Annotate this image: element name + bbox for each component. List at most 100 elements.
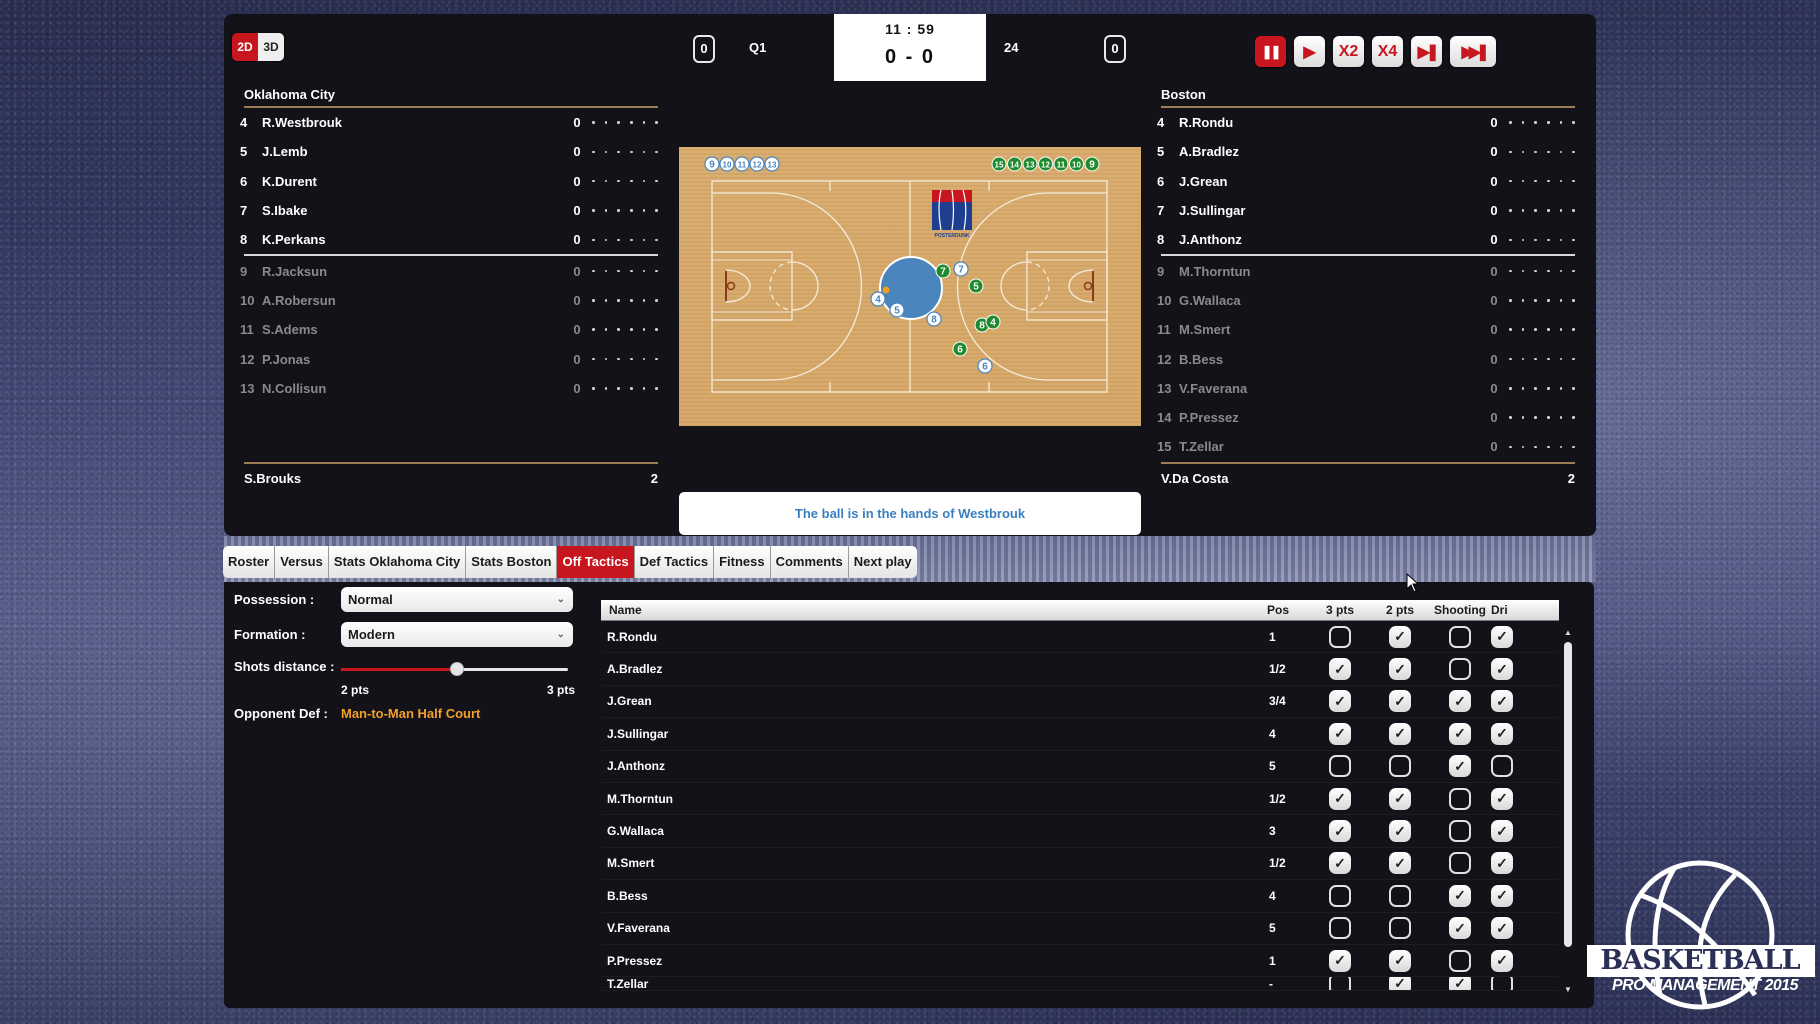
away-player-row[interactable]: 14 P.Pressez 0 [1157, 403, 1575, 432]
2pts-checkbox[interactable] [1389, 755, 1411, 778]
pause-button[interactable]: ❚❚ [1255, 36, 1286, 67]
3pts-checkbox[interactable] [1329, 977, 1351, 991]
table-row[interactable]: J.Sullingar 4 ✓ ✓ ✓ ✓ [601, 718, 1559, 751]
2pts-checkbox[interactable]: ✓ [1389, 787, 1411, 810]
dri-checkbox[interactable]: ✓ [1491, 884, 1513, 907]
shooting-checkbox[interactable] [1449, 852, 1471, 875]
away-player-row[interactable]: 11 M.Smert 0 [1157, 315, 1575, 344]
home-player-row[interactable]: 5 J.Lemb 0 [240, 137, 658, 166]
3pts-checkbox[interactable]: ✓ [1329, 852, 1351, 875]
col-dri[interactable]: Dri [1489, 603, 1525, 617]
3pts-checkbox[interactable] [1329, 625, 1351, 648]
shooting-checkbox[interactable]: ✓ [1449, 755, 1471, 778]
away-player-token[interactable]: 15 [991, 156, 1007, 172]
home-player-row[interactable]: 11 S.Adems 0 [240, 315, 658, 344]
3pts-checkbox[interactable] [1329, 884, 1351, 907]
home-player-token[interactable]: 5 [889, 302, 905, 318]
dri-checkbox[interactable] [1491, 977, 1513, 991]
scrollbar-thumb[interactable] [1564, 642, 1572, 947]
table-row[interactable]: A.Bradlez 1/2 ✓ ✓ ✓ [601, 653, 1559, 686]
dri-checkbox[interactable]: ✓ [1491, 949, 1513, 972]
tab-comments[interactable]: Comments [770, 546, 849, 578]
away-player-token[interactable]: 14 [1007, 156, 1022, 172]
dri-checkbox[interactable]: ✓ [1491, 917, 1513, 940]
play-button[interactable]: ▶ [1294, 36, 1325, 67]
table-row[interactable]: J.Grean 3/4 ✓ ✓ ✓ ✓ [601, 686, 1559, 719]
shooting-checkbox[interactable]: ✓ [1449, 977, 1471, 991]
home-player-token[interactable]: 13 [764, 156, 780, 172]
home-player-row[interactable]: 6 K.Durent 0 [240, 167, 658, 196]
away-player-row[interactable]: 5 A.Bradlez 0 [1157, 137, 1575, 166]
tab-def-tactics[interactable]: Def Tactics [634, 546, 715, 578]
2pts-checkbox[interactable]: ✓ [1389, 852, 1411, 875]
away-player-token[interactable]: 7 [935, 263, 951, 279]
away-player-token[interactable]: 12 [1038, 156, 1053, 172]
dri-checkbox[interactable]: ✓ [1491, 820, 1513, 843]
shooting-checkbox[interactable]: ✓ [1449, 722, 1471, 745]
2pts-checkbox[interactable]: ✓ [1389, 977, 1411, 991]
shooting-checkbox[interactable] [1449, 787, 1471, 810]
dri-checkbox[interactable] [1491, 755, 1513, 778]
tab-off-tactics[interactable]: Off Tactics [557, 546, 635, 578]
3pts-checkbox[interactable]: ✓ [1329, 949, 1351, 972]
table-scrollbar[interactable]: ▲ ▼ [1563, 628, 1573, 994]
2pts-checkbox[interactable]: ✓ [1389, 658, 1411, 681]
tab-next-play[interactable]: Next play [848, 546, 917, 578]
shooting-checkbox[interactable]: ✓ [1449, 884, 1471, 907]
away-player-row[interactable]: 10 G.Wallaca 0 [1157, 286, 1575, 315]
2pts-checkbox[interactable]: ✓ [1389, 722, 1411, 745]
speed-x4-button[interactable]: X4 [1372, 36, 1403, 67]
shooting-checkbox[interactable]: ✓ [1449, 690, 1471, 713]
away-player-token[interactable]: 5 [968, 278, 984, 294]
scroll-up-icon[interactable]: ▲ [1564, 628, 1572, 637]
table-row[interactable]: R.Rondu 1 ✓ ✓ [601, 621, 1559, 654]
away-player-row[interactable]: 12 B.Bess 0 [1157, 344, 1575, 373]
dri-checkbox[interactable]: ✓ [1491, 658, 1513, 681]
shooting-checkbox[interactable] [1449, 625, 1471, 648]
home-player-row[interactable]: 13 N.Collisun 0 [240, 374, 658, 403]
home-player-row[interactable]: 7 S.Ibake 0 [240, 196, 658, 225]
table-row[interactable]: J.Anthonz 5 ✓ [601, 751, 1559, 783]
home-player-token[interactable]: 12 [749, 156, 765, 172]
col-pos[interactable]: Pos [1267, 603, 1311, 617]
next-action-button[interactable]: ▶❚ [1411, 36, 1442, 67]
2pts-checkbox[interactable]: ✓ [1389, 690, 1411, 713]
view-2d-button[interactable]: 2D [232, 33, 258, 61]
tab-roster[interactable]: Roster [223, 546, 276, 578]
dri-checkbox[interactable]: ✓ [1491, 852, 1513, 875]
slider-thumb[interactable] [449, 662, 464, 676]
scroll-down-icon[interactable]: ▼ [1564, 985, 1572, 994]
home-player-row[interactable]: 10 A.Robersun 0 [240, 286, 658, 315]
tab-stats-boston[interactable]: Stats Boston [466, 546, 558, 578]
2pts-checkbox[interactable]: ✓ [1389, 949, 1411, 972]
2pts-checkbox[interactable]: ✓ [1389, 820, 1411, 843]
shooting-checkbox[interactable] [1449, 949, 1471, 972]
col-shooting[interactable]: Shooting [1431, 603, 1489, 617]
table-row[interactable]: P.Pressez 1 ✓ ✓ ✓ [601, 945, 1559, 978]
dri-checkbox[interactable]: ✓ [1491, 690, 1513, 713]
speed-x2-button[interactable]: X2 [1333, 36, 1364, 67]
home-player-token[interactable]: 11 [734, 156, 750, 172]
away-player-row[interactable]: 6 J.Grean 0 [1157, 167, 1575, 196]
3pts-checkbox[interactable]: ✓ [1329, 787, 1351, 810]
tab-fitness[interactable]: Fitness [714, 546, 771, 578]
home-player-row[interactable]: 12 P.Jonas 0 [240, 344, 658, 373]
home-player-row[interactable]: 9 R.Jacksun 0 [240, 256, 658, 285]
table-row[interactable]: M.Thorntun 1/2 ✓ ✓ ✓ [601, 783, 1559, 816]
dri-checkbox[interactable]: ✓ [1491, 787, 1513, 810]
away-player-token[interactable]: 11 [1053, 156, 1069, 172]
shooting-checkbox[interactable]: ✓ [1449, 917, 1471, 940]
3pts-checkbox[interactable] [1329, 755, 1351, 778]
shots-distance-slider[interactable] [341, 662, 568, 677]
col-3pts[interactable]: 3 pts [1311, 603, 1369, 617]
2pts-checkbox[interactable] [1389, 884, 1411, 907]
shooting-checkbox[interactable] [1449, 658, 1471, 681]
col-2pts[interactable]: 2 pts [1369, 603, 1431, 617]
home-player-token[interactable]: 6 [977, 358, 993, 374]
away-player-token[interactable]: 4 [985, 314, 1001, 330]
away-player-row[interactable]: 15 T.Zellar 0 [1157, 432, 1575, 461]
3pts-checkbox[interactable]: ✓ [1329, 658, 1351, 681]
away-player-row[interactable]: 4 R.Rondu 0 [1157, 108, 1575, 137]
home-player-token[interactable]: 4 [870, 291, 886, 307]
away-player-row[interactable]: 8 J.Anthonz 0 [1157, 225, 1575, 254]
